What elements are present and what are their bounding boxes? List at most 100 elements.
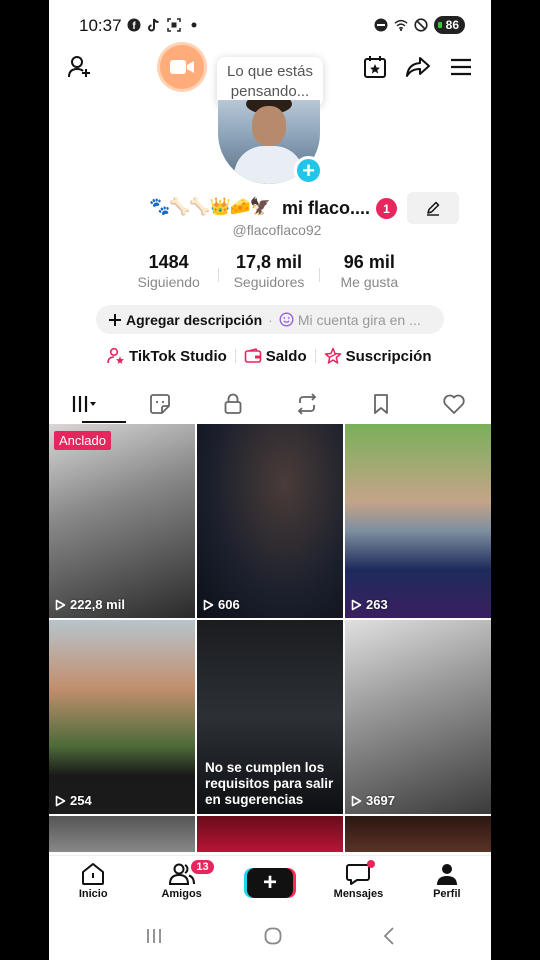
tab-stickers[interactable] bbox=[123, 386, 197, 422]
add-story-button[interactable]: + bbox=[294, 156, 323, 185]
plus-icon bbox=[109, 313, 121, 326]
tooltip-line-2: pensando... bbox=[230, 83, 310, 100]
blocked-icon bbox=[414, 18, 428, 32]
stat-label: Me gusta bbox=[340, 274, 399, 290]
back-icon[interactable] bbox=[382, 926, 396, 946]
profile-stats: 1484 Siguiendo 17,8 mil Seguidores 96 mi… bbox=[119, 252, 419, 292]
go-live-button[interactable] bbox=[160, 45, 204, 89]
stat-value: 1484 bbox=[148, 252, 189, 272]
share-icon bbox=[406, 57, 430, 77]
battery-indicator: 86 bbox=[433, 16, 465, 34]
right-letterbox bbox=[491, 0, 540, 960]
tooltip-line-1: Lo que estás bbox=[227, 63, 313, 80]
nav-friends[interactable]: 13 Amigos bbox=[137, 856, 225, 911]
video-thumbnail[interactable] bbox=[197, 816, 343, 852]
play-icon bbox=[55, 795, 66, 806]
notification-badge: 1 bbox=[376, 198, 397, 219]
nav-messages-label: Mensajes bbox=[333, 888, 384, 900]
pencil-icon bbox=[427, 201, 440, 216]
system-nav-bar bbox=[49, 911, 491, 960]
view-count: 3697 bbox=[351, 793, 395, 808]
profile-name: mi flaco.... bbox=[282, 198, 371, 218]
share-profile-button[interactable] bbox=[401, 50, 435, 84]
video-thumbnail[interactable]: 254 bbox=[49, 620, 195, 814]
phone-screen: 10:37 f 86 Lo que estás pensando... + 🐾🦴… bbox=[49, 0, 491, 960]
video-thumbnail[interactable]: No se cumplen los requisitos para salir … bbox=[197, 620, 343, 814]
nav-messages[interactable]: Mensajes bbox=[314, 856, 402, 911]
profile-header: Lo que estás pensando... bbox=[49, 45, 491, 107]
play-icon bbox=[55, 599, 66, 610]
play-icon bbox=[203, 599, 214, 610]
view-count-value: 3697 bbox=[366, 793, 395, 808]
tiktok-icon bbox=[147, 18, 161, 32]
video-thumbnail[interactable] bbox=[345, 816, 491, 852]
tiktok-studio-link[interactable]: TikTok Studio bbox=[107, 347, 227, 365]
subscription-link[interactable]: Suscripción bbox=[324, 347, 432, 365]
video-thumbnail[interactable]: 606 bbox=[197, 424, 343, 618]
video-thumbnail[interactable]: Anclado 222,8 mil bbox=[49, 424, 195, 618]
subscription-label: Suscripción bbox=[345, 347, 432, 365]
play-icon bbox=[351, 795, 362, 806]
bottom-nav: Inicio 13 Amigos + Mensajes Perfil bbox=[49, 855, 491, 911]
status-notification-icons: f bbox=[127, 18, 201, 32]
create-button[interactable]: + bbox=[247, 868, 294, 898]
active-tab-indicator bbox=[82, 421, 126, 423]
heart-icon bbox=[443, 394, 465, 414]
tab-reposts[interactable] bbox=[270, 386, 344, 422]
studio-person-icon bbox=[107, 347, 124, 364]
video-thumbnail[interactable]: 263 bbox=[345, 424, 491, 618]
tab-liked[interactable] bbox=[417, 386, 491, 422]
recents-icon[interactable] bbox=[144, 927, 164, 945]
friends-badge: 13 bbox=[189, 858, 216, 876]
video-thumbnail[interactable] bbox=[49, 816, 195, 852]
nav-profile[interactable]: Perfil bbox=[403, 856, 491, 911]
nav-profile-label: Perfil bbox=[433, 888, 461, 900]
edit-profile-button[interactable] bbox=[407, 192, 459, 224]
calendar-button[interactable] bbox=[358, 50, 392, 84]
sticker-icon bbox=[149, 394, 170, 414]
menu-button[interactable] bbox=[444, 50, 478, 84]
recommendation-notice: No se cumplen los requisitos para salir … bbox=[205, 760, 334, 807]
stat-following[interactable]: 1484 Siguiendo bbox=[119, 252, 218, 292]
stat-value: 96 mil bbox=[343, 252, 395, 272]
facebook-icon: f bbox=[127, 18, 141, 32]
nav-create[interactable]: + bbox=[226, 856, 314, 911]
balance-label: Saldo bbox=[265, 347, 307, 365]
video-grid: Anclado 222,8 mil 606 263 254 No se cump… bbox=[49, 424, 491, 852]
add-friend-button[interactable] bbox=[63, 50, 97, 84]
balance-link[interactable]: Saldo bbox=[244, 348, 307, 365]
name-emojis: 🐾🦴🦴👑🧀🦅 bbox=[149, 197, 271, 216]
grid-icon bbox=[72, 396, 96, 412]
hamburger-menu-icon bbox=[451, 58, 471, 76]
tab-private[interactable] bbox=[196, 386, 270, 422]
messages-dot bbox=[367, 860, 376, 868]
view-count: 606 bbox=[203, 597, 240, 612]
smiley-icon bbox=[279, 312, 294, 327]
video-thumbnail[interactable]: 3697 bbox=[345, 620, 491, 814]
nav-home[interactable]: Inicio bbox=[49, 856, 137, 911]
status-bar: 10:37 f 86 bbox=[49, 0, 491, 52]
view-count-value: 254 bbox=[70, 793, 92, 808]
dnd-icon bbox=[374, 18, 388, 32]
add-description-button[interactable]: Agregar descripción · Mi cuenta gira en … bbox=[96, 305, 444, 334]
calendar-star-icon bbox=[364, 56, 386, 78]
repost-icon bbox=[297, 393, 317, 415]
tab-saved[interactable] bbox=[344, 386, 418, 422]
subscription-star-icon bbox=[324, 347, 341, 364]
more-dot-icon bbox=[187, 18, 201, 32]
bookmark-icon bbox=[373, 394, 388, 414]
wallet-icon bbox=[244, 348, 262, 363]
home-icon bbox=[82, 863, 105, 885]
view-count-value: 606 bbox=[218, 597, 240, 612]
description-hint: Mi cuenta gira en ... bbox=[297, 311, 421, 328]
nav-home-label: Inicio bbox=[78, 888, 108, 900]
tab-videos[interactable] bbox=[49, 386, 126, 423]
pinned-badge: Anclado bbox=[54, 431, 111, 450]
stat-followers[interactable]: 17,8 mil Seguidores bbox=[219, 252, 318, 292]
stat-likes[interactable]: 96 mil Me gusta bbox=[320, 252, 419, 292]
video-camera-icon bbox=[170, 60, 194, 74]
view-count-value: 263 bbox=[366, 597, 388, 612]
separator-dot: · bbox=[268, 311, 273, 328]
home-system-icon[interactable] bbox=[263, 926, 283, 946]
wifi-icon bbox=[394, 18, 408, 32]
